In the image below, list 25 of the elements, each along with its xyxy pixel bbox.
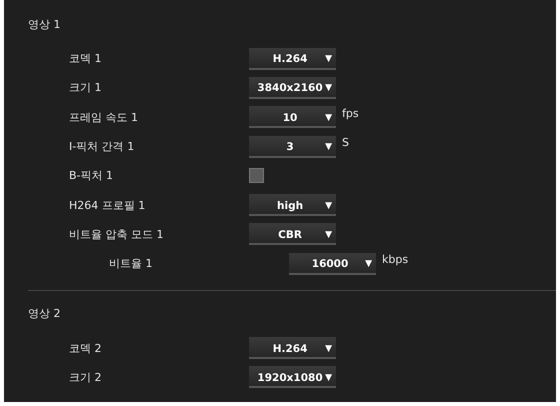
setting-label: I-픽처 간격 1: [69, 139, 136, 154]
dropdown[interactable]: 3840x2160 ▼: [249, 76, 336, 99]
checkbox[interactable]: [249, 168, 264, 184]
dropdown[interactable]: 10 ▼: [249, 106, 336, 128]
unit-label: fps: [342, 106, 359, 120]
dropdown[interactable]: H.264 ▼: [249, 48, 336, 70]
dropdown[interactable]: 16000 ▼: [289, 252, 376, 275]
section-title: 영상 1: [28, 17, 62, 33]
setting-label: 코덱 2: [69, 340, 102, 356]
setting-label: 크기 1: [69, 80, 102, 96]
section-title: 영상 2: [28, 306, 62, 322]
setting-label: 비트율 압축 모드 1: [69, 226, 164, 242]
setting-label: B-픽처 1: [69, 168, 114, 184]
dropdown[interactable]: CBR ▼: [249, 223, 336, 246]
setting-label: 코덱 1: [69, 51, 102, 66]
setting-label: 크기 2: [69, 370, 102, 385]
dropdown[interactable]: 1920x1080 ▼: [249, 366, 336, 388]
dropdown[interactable]: high ▼: [249, 194, 336, 216]
unit-label: kbps: [382, 253, 408, 266]
unit-label: S: [342, 136, 349, 149]
setting-label: H264 프로필 1: [69, 198, 146, 213]
dropdown[interactable]: 3 ▼: [249, 136, 336, 158]
dropdown[interactable]: H.264 ▼: [249, 337, 336, 360]
setting-label: 비트율 1: [109, 256, 154, 272]
setting-label: 프레임 속도 1: [69, 110, 139, 125]
